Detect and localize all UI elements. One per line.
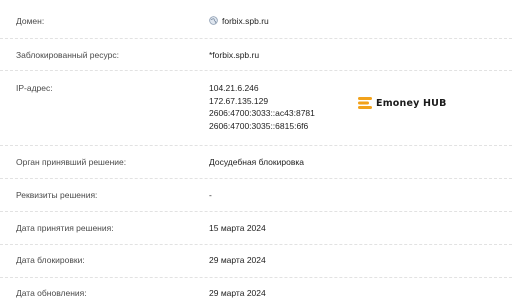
ip-address-label: IP-адрес: (16, 83, 53, 93)
domain-value: forbix.spb.ru (209, 15, 269, 27)
blocked-resource-value: *forbix.spb.ru (209, 50, 260, 60)
domain-text: forbix.spb.ru (222, 16, 269, 26)
emoney-hub-logo-icon (358, 97, 372, 109)
authority-value: Досудебная блокировка (209, 157, 304, 167)
decision-date-label: Дата принятия решения: (16, 223, 114, 233)
row-authority: Орган принявший решение: Досудебная блок… (0, 145, 512, 179)
row-block-date: Дата блокировки: 29 марта 2024 (0, 244, 512, 278)
requisites-value: - (209, 190, 212, 200)
authority-label: Орган принявший решение: (16, 157, 127, 167)
decision-date-value: 15 марта 2024 (209, 223, 266, 233)
row-decision-date: Дата принятия решения: 15 марта 2024 (0, 211, 512, 245)
ip-address-item: 172.67.135.129 (209, 95, 269, 106)
row-update-date: Дата обновления: 29 марта 2024 (0, 277, 512, 305)
globe-icon (209, 16, 218, 25)
row-blocked-resource: Заблокированный ресурс: *forbix.spb.ru (0, 38, 512, 71)
block-date-value: 29 марта 2024 (209, 255, 266, 265)
brand-watermark: Emoney HUB (357, 96, 447, 110)
requisites-label: Реквизиты решения: (16, 190, 98, 200)
row-requisites: Реквизиты решения: - (0, 178, 512, 212)
blocked-resource-label: Заблокированный ресурс: (16, 50, 120, 60)
update-date-label: Дата обновления: (16, 288, 87, 298)
domain-label: Домен: (16, 16, 45, 26)
brand-watermark-text: Emoney HUB (376, 97, 447, 109)
ip-address-list: 104.21.6.246 172.67.135.129 2606:4700:30… (209, 82, 315, 132)
update-date-value: 29 марта 2024 (209, 288, 266, 298)
ip-address-item: 2606:4700:3033::ac43:8781 (209, 108, 315, 118)
row-domain: Домен: forbix.spb.ru (0, 0, 512, 39)
ip-address-item: 2606:4700:3035::6815:6f6 (209, 120, 309, 131)
ip-address-item: 104.21.6.246 (209, 83, 259, 93)
block-date-label: Дата блокировки: (16, 255, 85, 265)
